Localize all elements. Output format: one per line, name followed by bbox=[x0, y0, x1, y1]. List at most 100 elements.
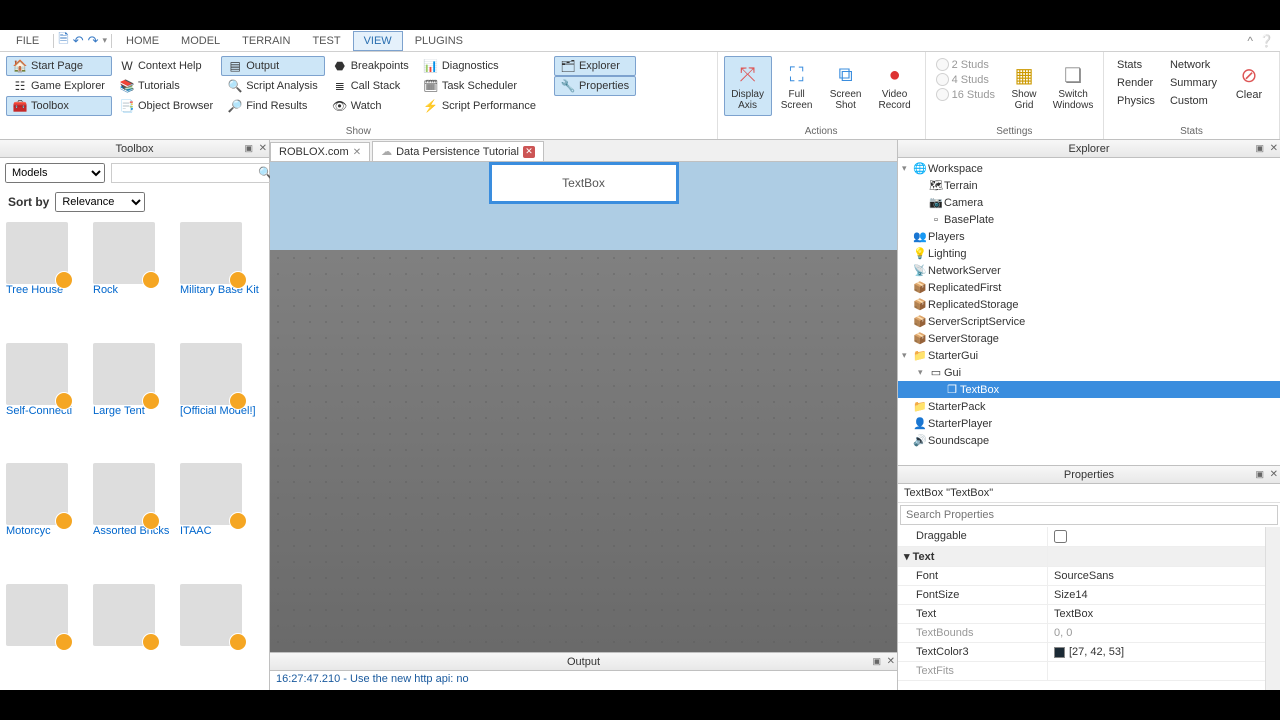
properties-search[interactable] bbox=[900, 505, 1278, 525]
tree-node[interactable]: ▾📁StarterGui bbox=[898, 347, 1280, 364]
tree-node[interactable]: ❐TextBox bbox=[898, 381, 1280, 398]
textbox-preview[interactable]: TextBox bbox=[489, 162, 679, 204]
menu-terrain[interactable]: TERRAIN bbox=[232, 32, 300, 50]
btn-task-scheduler[interactable]: 🗓Task Scheduler bbox=[417, 76, 543, 96]
btn-summary[interactable]: Summary bbox=[1163, 74, 1224, 92]
btn-script-analysis[interactable]: 🔍Script Analysis bbox=[221, 76, 325, 96]
tree-node[interactable]: 📦ServerScriptService bbox=[898, 313, 1280, 330]
menu-home[interactable]: HOME bbox=[116, 32, 169, 50]
toolbox-item[interactable] bbox=[180, 584, 263, 685]
property-row[interactable]: TextFits bbox=[898, 662, 1265, 681]
grid-studs-radios[interactable]: 2 Studs 4 Studs 16 Studs bbox=[932, 56, 999, 116]
btn-object-browser[interactable]: 📑Object Browser bbox=[113, 96, 220, 116]
pin-icon[interactable]: ▣ bbox=[872, 656, 881, 667]
tree-node[interactable]: 👤StarterPlayer bbox=[898, 415, 1280, 432]
tree-node[interactable]: 🔊Soundscape bbox=[898, 432, 1280, 449]
tree-node[interactable]: 📦ReplicatedStorage bbox=[898, 296, 1280, 313]
btn-clear[interactable]: ⊘Clear bbox=[1225, 56, 1273, 110]
btn-diagnostics[interactable]: 📊Diagnostics bbox=[417, 56, 543, 76]
btn-watch[interactable]: 👁Watch bbox=[326, 96, 416, 116]
tree-node[interactable]: 📷Camera bbox=[898, 194, 1280, 211]
tree-node[interactable]: ▫BasePlate bbox=[898, 211, 1280, 228]
tree-node[interactable]: 📦ServerStorage bbox=[898, 330, 1280, 347]
tab-tutorial[interactable]: ☁Data Persistence Tutorial✕ bbox=[372, 141, 544, 161]
property-row[interactable]: Draggable bbox=[898, 527, 1265, 547]
btn-properties[interactable]: 🔧Properties bbox=[554, 76, 636, 96]
btn-show-grid[interactable]: ▦Show Grid bbox=[1000, 56, 1048, 116]
toolbox-item[interactable]: [Official Model!] bbox=[180, 343, 263, 456]
btn-custom[interactable]: Custom bbox=[1163, 92, 1224, 110]
btn-output[interactable]: ▤Output bbox=[221, 56, 325, 76]
menu-view[interactable]: VIEW bbox=[353, 31, 403, 51]
menu-file[interactable]: FILE bbox=[6, 32, 49, 50]
close-icon[interactable]: ✕ bbox=[259, 143, 267, 154]
toolbox-category-select[interactable]: Models bbox=[5, 163, 105, 183]
btn-switch-windows[interactable]: ❏Switch Windows bbox=[1049, 56, 1097, 116]
property-row[interactable]: FontSourceSans bbox=[898, 567, 1265, 586]
scrollbar[interactable] bbox=[1265, 527, 1280, 690]
pin-icon[interactable]: ▣ bbox=[1255, 143, 1264, 154]
close-icon[interactable]: ✕ bbox=[1270, 469, 1278, 480]
btn-call-stack[interactable]: ≣Call Stack bbox=[326, 76, 416, 96]
close-icon[interactable]: ✕ bbox=[523, 146, 535, 158]
toolbox-item[interactable]: Large Tent bbox=[93, 343, 176, 456]
toolbox-item[interactable]: Motorcyc bbox=[6, 463, 89, 576]
property-row[interactable]: FontSizeSize14 bbox=[898, 586, 1265, 605]
pin-icon[interactable]: ▣ bbox=[244, 143, 253, 154]
btn-display-axis[interactable]: ⤧Display Axis bbox=[724, 56, 772, 116]
menu-test[interactable]: TEST bbox=[302, 32, 350, 50]
btn-breakpoints[interactable]: ⬣Breakpoints bbox=[326, 56, 416, 76]
btn-tutorials[interactable]: 📚Tutorials bbox=[113, 76, 220, 96]
btn-physics[interactable]: Physics bbox=[1110, 92, 1162, 110]
collapse-ribbon-icon[interactable]: ^ bbox=[1247, 34, 1253, 48]
pin-icon[interactable]: ▣ bbox=[1255, 469, 1264, 480]
menu-plugins[interactable]: PLUGINS bbox=[405, 32, 473, 50]
tree-node[interactable]: 🗺Terrain bbox=[898, 177, 1280, 194]
close-icon[interactable]: ✕ bbox=[353, 147, 361, 158]
properties-grid[interactable]: Draggable▾ TextFontSourceSansFontSizeSiz… bbox=[898, 527, 1265, 690]
btn-stats[interactable]: Stats bbox=[1110, 56, 1162, 74]
save-icon[interactable]: 🗎 bbox=[58, 30, 68, 52]
toolbox-item[interactable] bbox=[93, 584, 176, 685]
btn-start-page[interactable]: 🏠Start Page bbox=[6, 56, 112, 76]
property-row[interactable]: TextColor3[27, 42, 53] bbox=[898, 643, 1265, 662]
toolbox-sort-select[interactable]: Relevance bbox=[55, 192, 145, 212]
tree-node[interactable]: 📦ReplicatedFirst bbox=[898, 279, 1280, 296]
toolbox-item[interactable]: Assorted Bricks bbox=[93, 463, 176, 576]
tree-node[interactable]: 👥Players bbox=[898, 228, 1280, 245]
tree-node[interactable]: ▾▭Gui bbox=[898, 364, 1280, 381]
btn-network[interactable]: Network bbox=[1163, 56, 1224, 74]
tree-node[interactable]: ▾🌐Workspace bbox=[898, 160, 1280, 177]
btn-explorer[interactable]: 🗂Explorer bbox=[554, 56, 636, 76]
btn-game-explorer[interactable]: ☷Game Explorer bbox=[6, 76, 112, 96]
help-icon[interactable]: ❔ bbox=[1259, 34, 1274, 48]
btn-full-screen[interactable]: ⛶Full Screen bbox=[773, 56, 821, 116]
property-row[interactable]: TextBounds0, 0 bbox=[898, 624, 1265, 643]
close-icon[interactable]: ✕ bbox=[887, 656, 895, 667]
toolbox-item[interactable]: Rock bbox=[93, 222, 176, 335]
btn-video-record[interactable]: ●Video Record bbox=[871, 56, 919, 116]
tree-node[interactable]: 📁StarterPack bbox=[898, 398, 1280, 415]
toolbox-item[interactable] bbox=[6, 584, 89, 685]
tree-node[interactable]: 💡Lighting bbox=[898, 245, 1280, 262]
btn-find-results[interactable]: 🔎Find Results bbox=[221, 96, 325, 116]
btn-script-perf[interactable]: ⚡Script Performance bbox=[417, 96, 543, 116]
toolbox-search[interactable]: 🔍 bbox=[111, 163, 278, 183]
toolbox-item[interactable]: Self-Connecti bbox=[6, 343, 89, 456]
property-row[interactable]: TextTextBox bbox=[898, 605, 1265, 624]
redo-icon[interactable]: ↷ bbox=[88, 33, 99, 49]
btn-render[interactable]: Render bbox=[1110, 74, 1162, 92]
close-icon[interactable]: ✕ bbox=[1270, 143, 1278, 154]
tab-roblox[interactable]: ROBLOX.com✕ bbox=[270, 142, 370, 161]
toolbox-item[interactable]: Tree House bbox=[6, 222, 89, 335]
tree-node[interactable]: 📡NetworkServer bbox=[898, 262, 1280, 279]
menu-model[interactable]: MODEL bbox=[171, 32, 230, 50]
undo-icon[interactable]: ↶ bbox=[73, 33, 84, 49]
viewport-3d[interactable]: TextBox bbox=[270, 162, 897, 652]
toolbox-item[interactable]: Military Base Kit bbox=[180, 222, 263, 335]
toolbox-item[interactable]: ITAAC bbox=[180, 463, 263, 576]
explorer-tree[interactable]: ▾🌐Workspace🗺Terrain📷Camera▫BasePlate👥Pla… bbox=[898, 158, 1280, 465]
btn-toolbox[interactable]: 🧰Toolbox bbox=[6, 96, 112, 116]
btn-screen-shot[interactable]: ⧉Screen Shot bbox=[822, 56, 870, 116]
btn-context-help[interactable]: WContext Help bbox=[113, 56, 220, 76]
